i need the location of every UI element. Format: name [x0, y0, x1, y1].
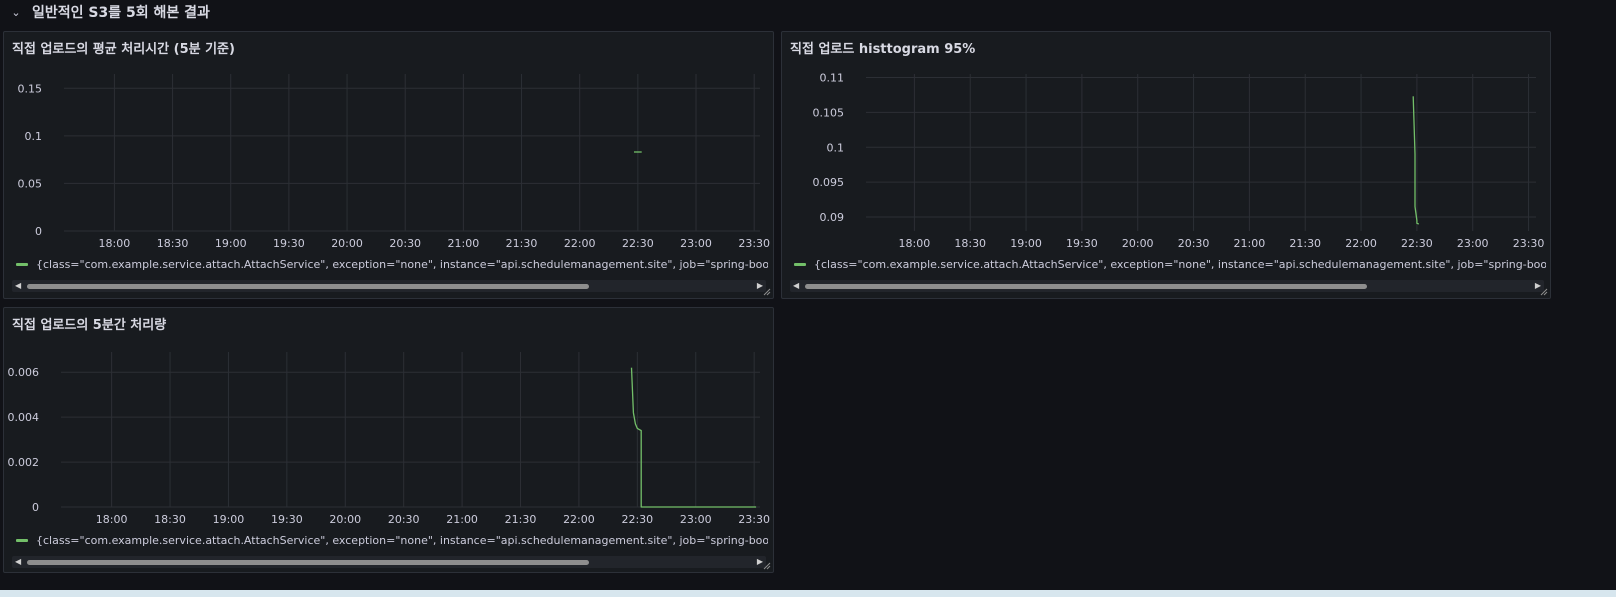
x-tick-label: 21:00 — [446, 513, 478, 526]
x-tick-label: 23:30 — [738, 237, 770, 250]
y-tick-label: 0.05 — [18, 177, 43, 190]
legend-item[interactable]: {class="com.example.service.attach.Attac… — [16, 258, 768, 271]
x-tick-label: 21:30 — [505, 513, 537, 526]
bottom-edge-strip — [0, 590, 1616, 597]
legend-scrollbar[interactable]: ◀ ▶ — [790, 280, 1544, 292]
resize-handle-icon[interactable] — [1540, 288, 1548, 296]
x-tick-label: 23:30 — [1513, 237, 1545, 250]
x-tick-label: 23:00 — [680, 237, 712, 250]
scrollbar-thumb[interactable] — [27, 560, 589, 565]
legend-label: {class="com.example.service.attach.Attac… — [36, 534, 768, 547]
x-tick-label: 19:30 — [1066, 237, 1098, 250]
x-tick-label: 22:00 — [1345, 237, 1377, 250]
x-tick-label: 22:30 — [621, 513, 653, 526]
row-title: 일반적인 S3를 5회 해본 결과 — [32, 5, 210, 21]
series-line[interactable] — [1412, 96, 1420, 225]
legend-item[interactable]: {class="com.example.service.attach.Attac… — [794, 258, 1546, 271]
x-tick-label: 22:00 — [564, 237, 596, 250]
x-tick-label: 20:30 — [389, 237, 421, 250]
panel-throughput-5m[interactable]: 직접 업로드의 5분간 처리량 0 0.002 0.004 0.006 18:00 18:… — [3, 307, 774, 573]
y-tick-label: 0 — [35, 225, 42, 238]
x-tick-label: 22:00 — [563, 513, 595, 526]
legend-item[interactable]: {class="com.example.service.attach.Attac… — [16, 534, 768, 547]
scroll-left-arrow-icon[interactable]: ◀ — [15, 556, 21, 568]
scroll-left-arrow-icon[interactable]: ◀ — [15, 280, 21, 292]
x-tick-label: 23:30 — [738, 513, 770, 526]
x-tick-label: 21:30 — [1289, 237, 1321, 250]
legend-label: {class="com.example.service.attach.Attac… — [814, 258, 1546, 271]
scrollbar-thumb[interactable] — [805, 284, 1367, 289]
x-tick-label: 19:30 — [273, 237, 305, 250]
series-line[interactable] — [630, 367, 757, 508]
x-tick-label: 20:30 — [388, 513, 420, 526]
x-tick-label: 18:00 — [899, 237, 931, 250]
resize-handle-icon[interactable] — [763, 288, 771, 296]
resize-handle-icon[interactable] — [763, 562, 771, 570]
series-color-swatch — [794, 263, 806, 266]
y-tick-label: 0.09 — [820, 211, 845, 224]
y-tick-label: 0 — [32, 501, 39, 514]
legend-scrollbar[interactable]: ◀ ▶ — [12, 280, 766, 292]
x-tick-label: 20:00 — [331, 237, 363, 250]
x-tick-label: 19:30 — [271, 513, 303, 526]
x-tick-label: 18:30 — [157, 237, 189, 250]
panel-histogram-95[interactable]: 직접 업로드 histtogram 95% 0.09 0.095 0.1 0.105 0… — [781, 31, 1551, 299]
legend-scrollbar[interactable]: ◀ ▶ — [12, 556, 766, 568]
y-tick-label: 0.002 — [8, 456, 40, 469]
x-tick-label: 19:00 — [213, 513, 245, 526]
x-tick-label: 19:00 — [215, 237, 247, 250]
legend-label: {class="com.example.service.attach.Attac… — [36, 258, 768, 271]
x-tick-label: 20:00 — [329, 513, 361, 526]
dashboard-row-header[interactable]: ⌄ 일반적인 S3를 5회 해본 결과 — [0, 0, 1616, 24]
x-tick-label: 18:30 — [954, 237, 986, 250]
y-tick-label: 0.105 — [813, 106, 845, 119]
x-tick-label: 21:30 — [506, 237, 538, 250]
y-tick-label: 0.1 — [827, 141, 845, 154]
x-tick-label: 18:30 — [154, 513, 186, 526]
x-tick-label: 22:30 — [1401, 237, 1433, 250]
x-tick-label: 23:00 — [1457, 237, 1489, 250]
y-tick-label: 0.1 — [25, 130, 43, 143]
scrollbar-thumb[interactable] — [27, 284, 589, 289]
panel-avg-processing-time[interactable]: 직접 업로드의 평균 처리시간 (5분 기준) 0 0.05 0.1 0.15 18:0… — [3, 31, 774, 299]
x-tick-label: 18:00 — [99, 237, 131, 250]
y-tick-label: 0.095 — [813, 176, 845, 189]
scroll-left-arrow-icon[interactable]: ◀ — [793, 280, 799, 292]
chevron-down-icon[interactable]: ⌄ — [10, 6, 22, 19]
x-tick-label: 21:00 — [448, 237, 480, 250]
x-tick-label: 18:00 — [96, 513, 128, 526]
x-tick-label: 20:30 — [1178, 237, 1210, 250]
y-tick-label: 0.006 — [8, 366, 40, 379]
x-tick-label: 19:00 — [1010, 237, 1042, 250]
series-color-swatch — [16, 263, 28, 266]
y-tick-label: 0.11 — [820, 71, 845, 84]
x-tick-label: 23:00 — [680, 513, 712, 526]
y-tick-label: 0.004 — [8, 411, 40, 424]
x-tick-label: 20:00 — [1122, 237, 1154, 250]
series-color-swatch — [16, 539, 28, 542]
x-tick-label: 22:30 — [622, 237, 654, 250]
x-tick-label: 21:00 — [1234, 237, 1266, 250]
y-tick-label: 0.15 — [18, 82, 43, 95]
